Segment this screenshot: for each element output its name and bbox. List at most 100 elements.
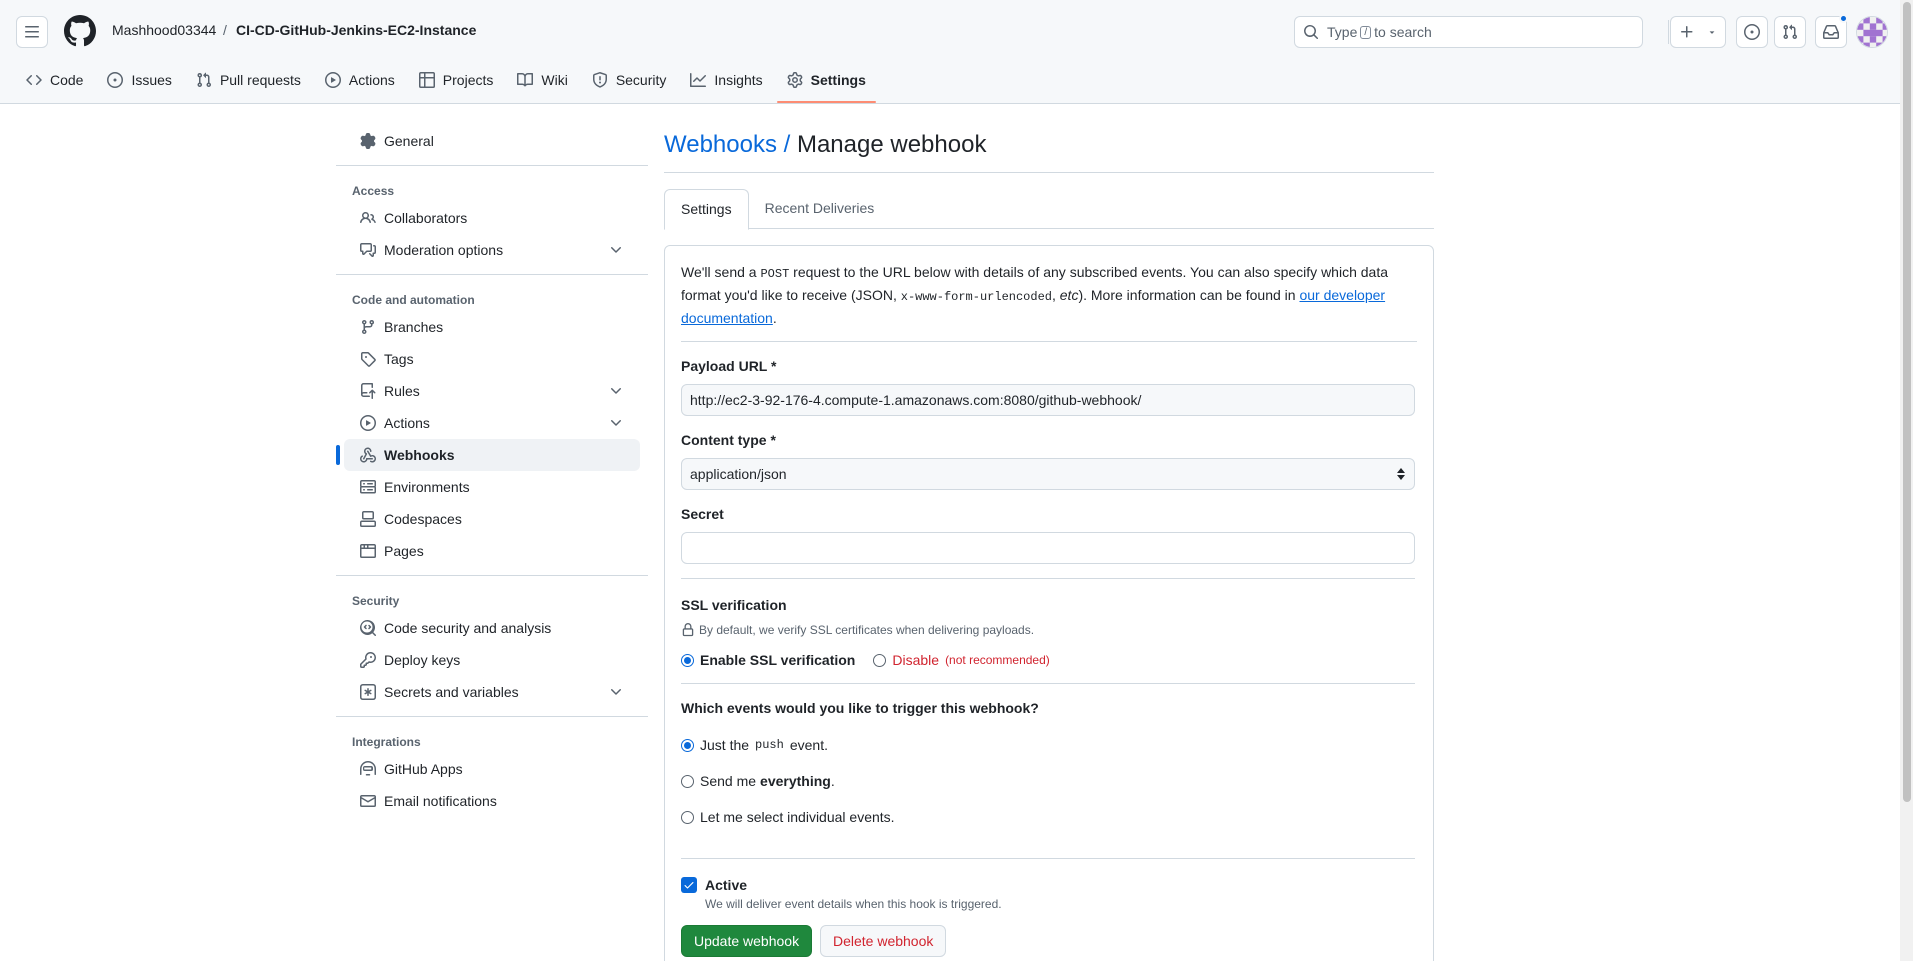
tab-wiki[interactable]: Wiki [507,64,577,96]
tab-webhook-settings[interactable]: Settings [664,189,749,230]
git-pull-request-icon [1783,24,1798,40]
ssl-enable-radio[interactable] [681,653,694,667]
sidebar-item-rules[interactable]: Rules [344,375,640,407]
inbox-icon [1823,25,1839,39]
github-logo-icon[interactable] [64,15,96,47]
sidebar-divider [336,716,648,717]
menu-button[interactable] [16,16,48,48]
tab-label: Projects [442,72,494,88]
lock-icon [682,623,694,637]
gear-icon [360,133,376,149]
hubot-icon [360,761,376,776]
tab-pull-requests[interactable]: Pull requests [186,64,311,96]
event-everything-radio[interactable] [681,774,694,788]
intro-etc: etc [1059,287,1079,303]
secret-label: Secret [681,506,724,522]
delete-webhook-button[interactable]: Delete webhook [819,925,947,957]
event-select-radio[interactable] [681,810,694,824]
tab-label: Security [615,72,667,88]
repo-push-icon [361,383,376,399]
sidebar-item-github-apps[interactable]: GitHub Apps [344,753,640,785]
sidebar-item-deploy-keys[interactable]: Deploy keys [344,644,640,676]
breadcrumb-separator: / [223,22,227,38]
tab-security[interactable]: Security [582,64,677,96]
ssl-label: SSL verification [681,597,787,613]
event-push-radio[interactable] [681,738,694,752]
codescan-icon [360,620,376,636]
ssl-disable-option[interactable]: Disable (not recommended) [873,649,1050,671]
content-type-select[interactable]: application/json [681,458,1415,490]
search-prefix: Type [1327,24,1358,40]
tab-label: Insights [714,72,763,88]
chevron-down-icon [611,388,621,394]
create-new-button[interactable] [1670,16,1726,48]
sidebar-item-email-notifications[interactable]: Email notifications [344,785,640,817]
event-push-option[interactable]: Just the push event. [681,734,1417,756]
webhook-form: We'll send a POST request to the URL bel… [664,245,1434,961]
update-webhook-button[interactable]: Update webhook [681,925,813,957]
content-type-value: application/json [690,466,787,482]
chevron-down-icon [611,689,621,695]
sidebar-item-webhooks[interactable]: Webhooks [336,439,640,471]
comment-discussion-icon [360,243,376,257]
sidebar-item-environments[interactable]: Environments [344,471,640,503]
sidebar-divider [336,575,648,576]
sidebar-item-label: Codespaces [384,511,462,527]
sidebar-item-moderation[interactable]: Moderation options [344,234,640,266]
ssl-enable-label: Enable SSL verification [700,652,856,668]
check-icon [684,882,694,889]
breadcrumb-repo[interactable]: CI-CD-GitHub-Jenkins-EC2-Instance [236,22,476,38]
sidebar-item-general[interactable]: General [344,125,640,157]
select-arrows-icon [1397,468,1405,480]
shield-icon [592,72,607,88]
ssl-disable-radio[interactable] [873,653,887,667]
tab-settings[interactable]: Settings [776,64,877,103]
breadcrumb-owner[interactable]: Mashhood03344 [112,22,216,38]
sidebar-item-label: Branches [384,319,444,335]
active-option[interactable]: Active [681,877,1417,893]
sidebar-item-branches[interactable]: Branches [344,311,640,343]
key-asterisk-icon [360,684,376,700]
your-pull-requests-button[interactable] [1774,16,1806,48]
search-input[interactable]: Type / to search [1294,16,1643,48]
sidebar-item-code-security[interactable]: Code security and analysis [344,612,640,644]
ssl-enable-option[interactable]: Enable SSL verification [681,649,855,671]
intro-text: We'll send a POST request to the URL bel… [681,262,1417,342]
tab-recent-deliveries[interactable]: Recent Deliveries [749,189,891,229]
event-push-label-end: event. [789,737,828,753]
intro-code-post: POST [760,267,790,281]
page-title-text: Manage webhook [796,131,987,158]
ssl-note-text: By default, we verify SSL certificates w… [699,623,1035,637]
sidebar-item-codespaces[interactable]: Codespaces [344,503,640,535]
event-everything-bold: everything [760,773,831,789]
sidebar-item-pages[interactable]: Pages [344,535,640,567]
tab-code[interactable]: Code [16,64,93,96]
payload-url-input[interactable]: http://ec2-3-92-176-4.compute-1.amazonaw… [681,384,1415,416]
tab-label: Actions [348,72,395,88]
tab-issues[interactable]: Issues [97,64,181,96]
chevron-down-icon [611,420,621,426]
tab-actions[interactable]: Actions [315,64,405,96]
secret-input[interactable] [681,532,1415,564]
sidebar-item-secrets[interactable]: Secrets and variables [344,676,640,708]
sidebar-heading-code-automation: Code and automation [352,293,475,307]
tab-insights[interactable]: Insights [680,64,772,96]
sidebar-item-actions[interactable]: Actions [344,407,640,439]
sidebar-item-label: Secrets and variables [384,684,519,700]
breadcrumb-webhooks-link[interactable]: Webhooks / [664,131,790,158]
tab-projects[interactable]: Projects [409,64,504,96]
your-issues-button[interactable] [1736,16,1768,48]
browser-icon [360,544,376,558]
avatar[interactable] [1856,16,1888,48]
event-everything-end: . [830,773,835,789]
active-checkbox[interactable] [681,877,697,893]
event-everything-option[interactable]: Send me everything. [681,770,1417,792]
active-label: Active [705,877,748,893]
sidebar-item-collaborators[interactable]: Collaborators [344,202,640,234]
sidebar-item-label: General [384,133,434,149]
issue-icon [107,72,124,88]
sidebar-item-tags[interactable]: Tags [344,343,640,375]
sidebar-item-label: Collaborators [384,210,468,226]
event-select-option[interactable]: Let me select individual events. [681,806,1417,828]
scrollbar-thumb[interactable] [1903,2,1911,802]
